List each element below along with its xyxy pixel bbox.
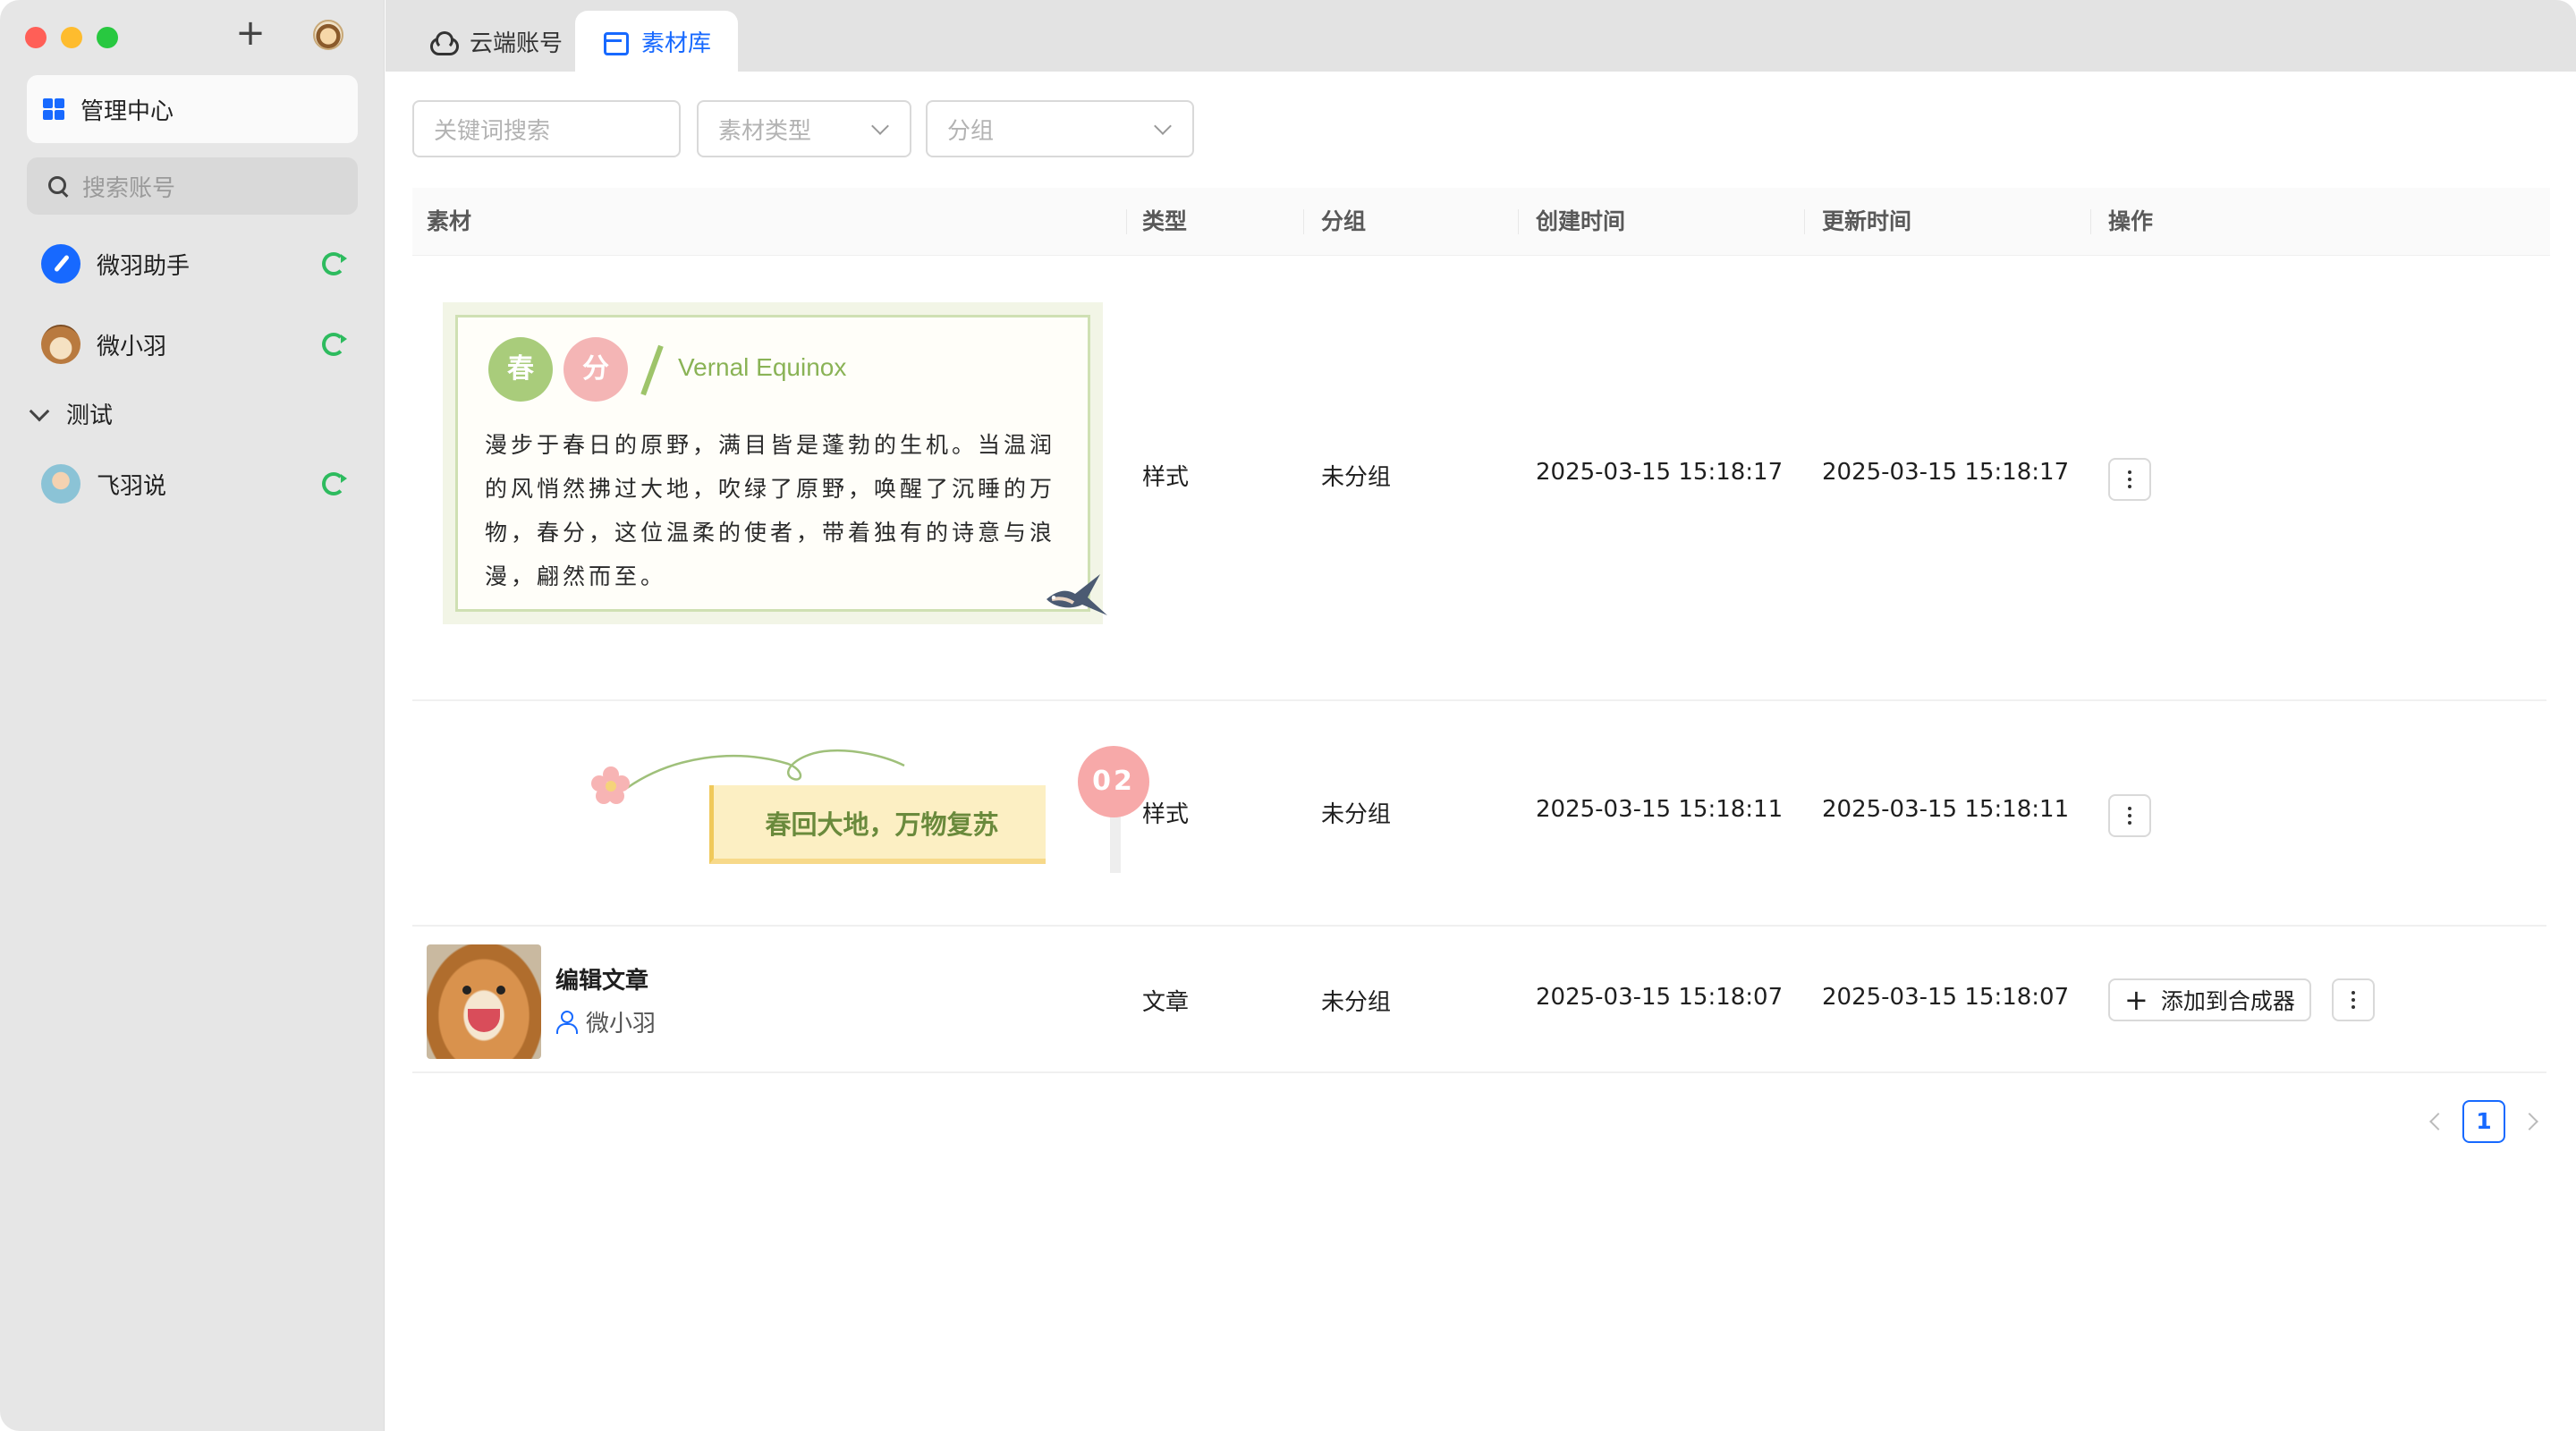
column-header-actions: 操作	[2108, 208, 2154, 234]
column-header-group: 分组	[1321, 208, 1367, 234]
spring-badge: 春	[488, 337, 553, 402]
group-placeholder: 分组	[947, 117, 995, 145]
sync-icon[interactable]	[322, 472, 347, 495]
cell-group: 未分组	[1321, 801, 1392, 828]
group-name: 测试	[66, 402, 114, 429]
maximize-window-button[interactable]	[97, 27, 118, 48]
english-subtitle: Vernal Equinox	[678, 353, 847, 381]
table-row: 春回大地，万物复苏 02 样式 未分组 2025-03-15 15:18:11 …	[412, 703, 2546, 927]
sync-icon[interactable]	[322, 252, 347, 275]
chevron-down-icon	[871, 117, 889, 135]
cell-updated: 2025-03-15 15:18:17	[1822, 459, 2070, 486]
equinox-badge: 分	[564, 337, 628, 402]
sidebar-account-weixiaoyu[interactable]: 微小羽	[41, 322, 347, 367]
feather-avatar-icon	[41, 244, 80, 284]
keyword-search-input[interactable]: 关键词搜索	[412, 100, 681, 157]
cell-group: 未分组	[1321, 464, 1392, 491]
cell-created: 2025-03-15 15:18:07	[1536, 984, 1784, 1011]
cloud-icon	[430, 29, 459, 55]
user-avatar[interactable]	[313, 20, 343, 50]
more-dots-icon	[2128, 470, 2131, 474]
table-row: 春 分 Vernal Equinox 漫步于春日的原野，满目皆是蓬勃的生机。当温…	[412, 258, 2546, 701]
number-badge: 02	[1078, 746, 1149, 817]
more-dots-icon	[2351, 991, 2355, 995]
sidebar-account-weiyu-assistant[interactable]: 微羽助手	[41, 241, 347, 286]
next-page-icon[interactable]	[2521, 1113, 2538, 1130]
poem-text: 漫步于春日的原野，满目皆是蓬勃的生机。当温润的风悄然拂过大地，吹绿了原野，唤醒了…	[485, 432, 1056, 589]
account-search-input[interactable]: 搜索账号	[27, 157, 358, 215]
app-window: + 管理中心 搜索账号 微羽助手 微小羽 测试 飞羽说 云端账号 素材库 关键词…	[0, 0, 2576, 1431]
sidebar-item-label: 管理中心	[80, 97, 174, 125]
cell-group: 未分组	[1321, 989, 1392, 1016]
table-row: 编辑文章 微小羽 文章 未分组 2025-03-15 15:18:07 2025…	[412, 928, 2546, 1073]
sidebar-account-feiyushuo[interactable]: 飞羽说	[41, 461, 347, 506]
sync-icon[interactable]	[322, 333, 347, 356]
add-icon[interactable]: +	[234, 15, 267, 51]
more-options-button[interactable]	[2332, 978, 2375, 1021]
pagination: 1	[2429, 1100, 2538, 1143]
column-header-type: 类型	[1142, 208, 1188, 234]
material-type-select[interactable]: 素材类型	[697, 100, 911, 157]
tab-label: 素材库	[641, 30, 712, 57]
cell-updated: 2025-03-15 15:18:11	[1822, 796, 2070, 823]
group-select[interactable]: 分组	[926, 100, 1194, 157]
tab-bar: 云端账号 素材库	[386, 0, 2576, 72]
plus-icon: +	[2124, 983, 2148, 1017]
cell-created: 2025-03-15 15:18:11	[1536, 796, 1784, 823]
dog-avatar-icon	[41, 325, 80, 364]
minimize-window-button[interactable]	[61, 27, 82, 48]
banner-text: 春回大地，万物复苏	[765, 809, 999, 840]
chevron-down-icon	[1154, 117, 1172, 135]
material-preview-poem-card[interactable]: 春 分 Vernal Equinox 漫步于春日的原野，满目皆是蓬勃的生机。当温…	[443, 302, 1107, 624]
cell-updated: 2025-03-15 15:18:07	[1822, 984, 2070, 1011]
type-placeholder: 素材类型	[718, 117, 812, 145]
cell-type: 样式	[1142, 464, 1190, 491]
page-number[interactable]: 1	[2462, 1100, 2505, 1143]
account-name: 飞羽说	[97, 472, 167, 500]
previous-page-icon[interactable]	[2429, 1113, 2447, 1130]
more-options-button[interactable]	[2108, 458, 2151, 501]
material-preview-banner[interactable]: 春回大地，万物复苏 02	[591, 721, 1164, 918]
search-icon	[47, 174, 70, 198]
sidebar: + 管理中心 搜索账号 微羽助手 微小羽 测试 飞羽说	[0, 0, 385, 1431]
chevron-down-icon	[29, 401, 50, 421]
tab-label: 云端账号	[470, 30, 564, 57]
column-header-created: 创建时间	[1536, 208, 1626, 234]
cell-created: 2025-03-15 15:18:17	[1536, 459, 1784, 486]
add-to-composer-label: 添加到合成器	[2160, 988, 2295, 1014]
add-to-composer-button[interactable]: + 添加到合成器	[2108, 978, 2311, 1021]
sidebar-group-test[interactable]: 测试	[27, 397, 113, 430]
grid-icon	[43, 98, 64, 120]
cell-type: 文章	[1142, 989, 1190, 1016]
vine-decoration-icon	[626, 749, 905, 790]
user-icon	[555, 1010, 578, 1034]
account-name: 微小羽	[97, 333, 167, 360]
close-window-button[interactable]	[25, 27, 47, 48]
more-options-button[interactable]	[2108, 794, 2151, 837]
article-title[interactable]: 编辑文章	[555, 962, 648, 995]
swallow-bird-icon	[1046, 574, 1107, 615]
column-header-updated: 更新时间	[1822, 208, 1912, 234]
author-name: 微小羽	[586, 1011, 657, 1037]
person-avatar-icon	[41, 464, 80, 504]
more-dots-icon	[2128, 807, 2131, 810]
tab-cloud-accounts[interactable]: 云端账号	[403, 11, 589, 72]
article-thumbnail[interactable]	[427, 944, 541, 1059]
table-header: 素材 类型 分组 创建时间 更新时间 操作	[412, 188, 2550, 256]
search-placeholder: 搜索账号	[82, 174, 176, 202]
cell-type: 样式	[1142, 801, 1190, 828]
main-content: 关键词搜索 素材类型 分组 素材 类型 分组 创建时间 更新时间 操作 春 分 …	[386, 72, 2576, 1431]
article-author: 微小羽	[555, 1005, 656, 1038]
account-name: 微羽助手	[97, 252, 191, 280]
tab-material-library[interactable]: 素材库	[575, 11, 739, 72]
keyword-placeholder: 关键词搜索	[434, 117, 551, 145]
sidebar-item-management[interactable]: 管理中心	[27, 75, 358, 143]
flower-icon	[591, 766, 630, 804]
inbox-icon	[602, 29, 629, 55]
column-header-material: 素材	[427, 208, 472, 234]
